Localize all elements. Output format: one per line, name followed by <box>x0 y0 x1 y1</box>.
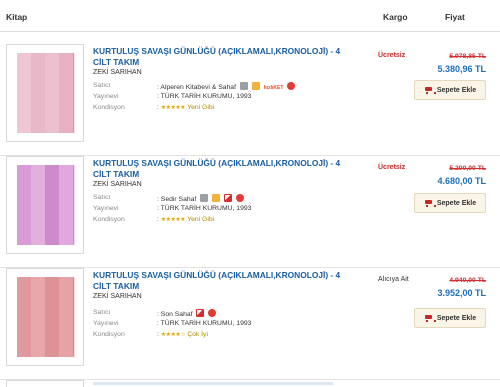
current-price: 5.380,96 TL <box>437 64 486 74</box>
rating-stars-icon: ★★★★★ <box>160 105 186 111</box>
seller-label: Satıcı <box>93 82 111 89</box>
cart-icon <box>424 314 436 322</box>
seller-value: Sedir Sahaf <box>157 194 244 203</box>
column-header-book: Kitap <box>6 12 28 22</box>
condition-text: Yeni Gibi <box>187 216 215 223</box>
seller-link[interactable]: Alperen Kitabevi & Sahaf <box>157 84 236 91</box>
condition-label: Kondisyon <box>93 104 125 111</box>
next-listing-row-partial <box>0 380 500 387</box>
add-to-cart-button[interactable]: Sepete Ekle <box>414 193 486 213</box>
cargo-status: Ücretsiz <box>378 164 406 171</box>
condition-value: ★★★★☆Çok İyi <box>157 331 208 338</box>
old-price: 4.940,00 TL <box>449 277 486 284</box>
condition-value: ★★★★★Yeni Gibi <box>157 104 214 111</box>
current-price: 4.680,00 TL <box>437 176 486 186</box>
book-author: ZEKİ SARIHAN <box>93 181 142 188</box>
book-title-link[interactable]: KURTULUŞ SAVAŞI GÜNLÜĞÜ (AÇIKLAMALI,KRON… <box>93 270 348 291</box>
book-title-link[interactable]: KURTULUŞ SAVAŞI GÜNLÜĞÜ (AÇIKLAMALI,KRON… <box>93 46 348 67</box>
seller-label: Satıcı <box>93 309 111 316</box>
publisher-label: Yayınevi <box>93 205 119 212</box>
fast-shipping-badge: hızlıKET <box>263 85 284 91</box>
rating-stars-icon: ★★★★★ <box>160 217 186 223</box>
add-to-cart-button[interactable]: Sepete Ekle <box>414 80 486 100</box>
book-author: ZEKİ SARIHAN <box>93 293 142 300</box>
discount-badge-icon <box>235 194 244 202</box>
old-price: 5.978,85 TL <box>449 53 486 60</box>
cart-icon <box>424 199 436 207</box>
book-thumbnail[interactable] <box>6 156 84 254</box>
book-thumbnail[interactable] <box>6 44 84 142</box>
publisher-value: TÜRK TARİH KURUMU, 1993 <box>157 205 252 212</box>
publisher-label: Yayınevi <box>93 93 119 100</box>
book-thumbnail[interactable] <box>6 268 84 366</box>
book-title-link[interactable]: KURTULUŞ SAVAŞI GÜNLÜĞÜ (AÇIKLAMALI,KRON… <box>93 158 348 179</box>
seller-badge-icon <box>200 194 209 202</box>
cart-icon <box>424 86 436 94</box>
rating-stars-icon: ★★★★☆ <box>160 332 186 338</box>
add-to-cart-label: Sepete Ekle <box>436 86 477 94</box>
flag-badge-icon <box>223 194 232 202</box>
discount-badge-icon <box>208 309 217 317</box>
add-to-cart-button[interactable]: Sepete Ekle <box>414 308 486 328</box>
seller-label: Satıcı <box>93 194 111 201</box>
seller-value: Son Sahaf <box>157 309 217 318</box>
publisher-value: TÜRK TARİH KURUMU, 1993 <box>157 93 252 100</box>
old-price: 5.200,00 TL <box>449 165 486 172</box>
cargo-status: Ücretsiz <box>378 52 406 59</box>
flag-badge-icon <box>196 309 205 317</box>
book-thumbnail <box>6 380 84 387</box>
results-header: Kitap Kargo Fiyat <box>0 0 500 32</box>
cargo-status: Alıcıya Ait <box>378 276 409 283</box>
column-header-cargo: Kargo <box>383 12 408 22</box>
publisher-value: TÜRK TARİH KURUMU, 1993 <box>157 320 252 327</box>
condition-label: Kondisyon <box>93 331 125 338</box>
seller-value: Alperen Kitabevi & Sahaf hızlıKET <box>157 82 296 91</box>
book-title-partial <box>93 382 333 385</box>
condition-value: ★★★★★Yeni Gibi <box>157 216 214 223</box>
seller-badge-icon <box>239 82 248 90</box>
column-header-price: Fiyat <box>445 12 465 22</box>
discount-badge-icon <box>287 82 296 90</box>
condition-label: Kondisyon <box>93 216 125 223</box>
listing-row: KURTULUŞ SAVAŞI GÜNLÜĞÜ (AÇIKLAMALI,KRON… <box>0 44 500 156</box>
seller-link[interactable]: Sedir Sahaf <box>157 196 196 203</box>
condition-text: Yeni Gibi <box>187 104 215 111</box>
listing-row: KURTULUŞ SAVAŞI GÜNLÜĞÜ (AÇIKLAMALI,KRON… <box>0 156 500 268</box>
add-to-cart-label: Sepete Ekle <box>436 199 477 207</box>
seller-star-badge-icon <box>212 194 221 202</box>
book-author: ZEKİ SARIHAN <box>93 69 142 76</box>
seller-link[interactable]: Son Sahaf <box>157 311 193 318</box>
condition-text: Çok İyi <box>187 331 208 338</box>
add-to-cart-label: Sepete Ekle <box>436 314 477 322</box>
current-price: 3.952,00 TL <box>437 288 486 298</box>
seller-star-badge-icon <box>251 82 260 90</box>
publisher-label: Yayınevi <box>93 320 119 327</box>
listing-row: KURTULUŞ SAVAŞI GÜNLÜĞÜ (AÇIKLAMALI,KRON… <box>0 268 500 380</box>
